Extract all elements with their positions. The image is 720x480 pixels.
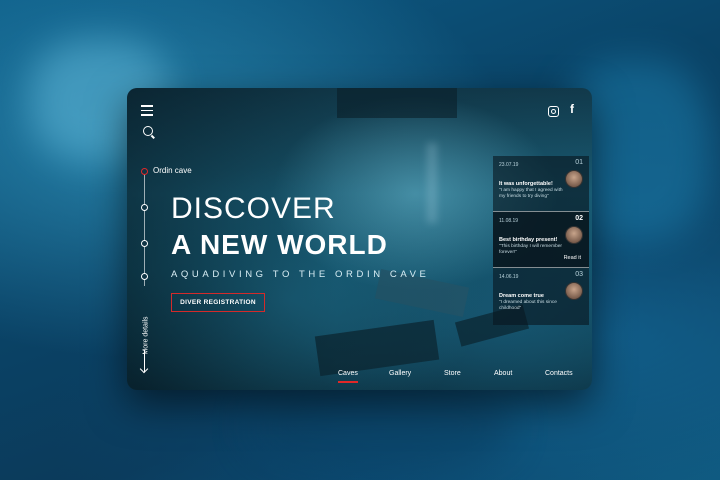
review-title: Dream come true — [499, 293, 544, 299]
hero-card: f Ordin cave More details DISCOVER A NEW… — [127, 88, 592, 390]
facebook-icon[interactable]: f — [570, 102, 574, 116]
review-body: "I am happy that I agreed with my friend… — [499, 188, 563, 199]
instagram-icon[interactable] — [548, 106, 559, 117]
review-number: 03 — [575, 271, 583, 278]
diver-registration-button[interactable]: DIVER REGISTRATION — [171, 293, 265, 312]
review-card[interactable]: 23.07.19 01 It was unforgettable! "I am … — [493, 156, 589, 211]
hero-subtitle: AQUADIVING TO THE ORDIN CAVE — [171, 269, 430, 280]
search-icon[interactable] — [143, 126, 153, 136]
review-card[interactable]: 11.08.19 02 Best birthday present! "This… — [493, 211, 589, 268]
review-date: 11.08.19 — [499, 218, 519, 224]
arrow-down-icon[interactable] — [144, 350, 145, 372]
avatar — [565, 282, 583, 300]
avatar — [565, 226, 583, 244]
review-date: 23.07.19 — [499, 162, 519, 168]
timeline-line — [144, 172, 145, 286]
background-blur — [250, 380, 510, 470]
timeline-active-label[interactable]: Ordin cave — [153, 166, 192, 175]
hero-title-line1: DISCOVER — [171, 192, 336, 225]
timeline-dot-3[interactable] — [141, 240, 148, 247]
hamburger-icon[interactable] — [141, 105, 153, 119]
nav-caves[interactable]: Caves — [338, 370, 358, 383]
review-number: 02 — [575, 215, 583, 222]
read-it-link[interactable]: Read it — [564, 255, 581, 261]
review-number: 01 — [575, 159, 583, 166]
timeline-dot-2[interactable] — [141, 204, 148, 211]
nav-gallery[interactable]: Gallery — [389, 370, 411, 377]
review-title: It was unforgettable! — [499, 181, 553, 187]
review-body: "I dreamed about this since childhood" — [499, 300, 557, 311]
review-title: Best birthday present! — [499, 237, 558, 243]
review-card[interactable]: 14.06.19 03 Dream come true "I dreamed a… — [493, 268, 589, 323]
review-body: "This birthday I will remember forever!" — [499, 244, 563, 255]
more-details-link[interactable]: More details — [139, 310, 151, 370]
reviews-panel: 23.07.19 01 It was unforgettable! "I am … — [493, 156, 589, 325]
nav-contacts[interactable]: Contacts — [545, 370, 573, 377]
nav-store[interactable]: Store — [444, 370, 461, 377]
hero-title-line2: A NEW WORLD — [171, 229, 388, 260]
avatar — [565, 170, 583, 188]
timeline-dot-1[interactable] — [141, 168, 148, 175]
timeline-dot-4[interactable] — [141, 273, 148, 280]
nav-about[interactable]: About — [494, 370, 512, 377]
review-date: 14.06.19 — [499, 274, 519, 280]
